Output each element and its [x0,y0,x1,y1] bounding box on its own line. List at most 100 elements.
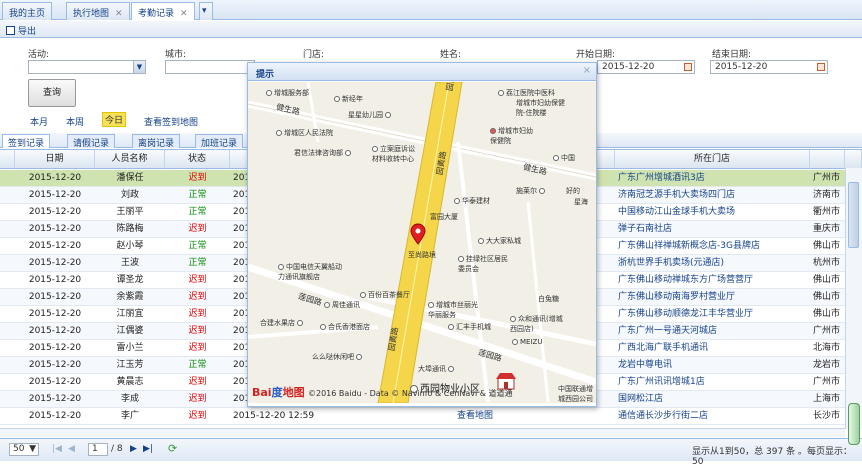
cell-store[interactable]: 浙杭世界手机卖场(元通店) [615,255,810,272]
last-page-icon[interactable]: ▶| [143,444,153,454]
row-selector[interactable] [0,255,15,272]
activity-select[interactable]: ▼ [28,60,146,74]
cell-store[interactable]: 弹子石南社店 [615,221,810,238]
grid-header-city[interactable] [810,150,845,169]
map-poi[interactable]: 增城市丝丽光华丽服务 [428,300,484,320]
end-date-field[interactable]: 2015-12-20 [710,60,828,74]
map-poi[interactable]: 增城市妇幼保健院-住院楼 [516,98,574,118]
map-poi[interactable]: 中国 [553,153,575,163]
map-poi[interactable]: 新经年 [334,94,363,104]
map-poi[interactable]: 众和通讯(增城西园店) [510,314,568,334]
map-poi[interactable]: 么么哒休闲吧 [312,352,364,362]
row-selector[interactable] [0,221,15,238]
page-size-select[interactable]: 50 ▼ [9,443,39,456]
location-marker-icon[interactable] [410,223,426,245]
this-week-link[interactable]: 本周 [66,115,84,128]
map-poi[interactable]: 中国联通增城西园公司营业厅 [558,384,596,403]
map-poi[interactable]: 星星幼儿园 [348,110,393,120]
next-page-icon[interactable]: ▶ [130,444,137,454]
map-poi[interactable]: 华泰建材 [454,196,490,206]
chevron-down-icon[interactable]: ▼ [133,61,145,73]
row-selector[interactable] [0,204,15,221]
map-poi[interactable]: 增城区人民法院 [276,128,333,138]
map-view[interactable]: 园黄路 健生路 园黄路 健生路 莲园路 园黄路 莲园路 增城服务部 新经年 荔江… [248,82,596,403]
map-poi[interactable]: 中国电信天翼船动力通讯旗舰店 [278,262,346,282]
grid-header-status[interactable]: 状态 [165,150,230,169]
row-selector[interactable] [0,408,15,425]
row-selector[interactable] [0,374,15,391]
map-poi[interactable]: 合氏香港面店 [320,322,370,332]
refresh-icon[interactable]: ⟳ [168,442,177,455]
map-poi[interactable]: MEIZU [512,338,542,346]
map-poi[interactable]: 挂绿社区居民委员会 [458,254,510,274]
page-input[interactable]: 1 [88,443,108,456]
vertical-scrollbar[interactable] [845,168,862,429]
close-icon[interactable]: ✕ [180,9,188,19]
cell-store[interactable]: 广东佛山移动禅城东方广场营营厅 [615,272,810,289]
map-poi[interactable]: 至尚路境 [408,250,436,260]
cell-store[interactable]: 龙岩中尊电讯 [615,357,810,374]
cell-store[interactable]: 广东广州讯讯增城1店 [615,374,810,391]
tab-absence-records[interactable]: 离岗记录 [132,134,181,149]
cell-link[interactable]: 查看地图 [445,408,505,425]
map-poi[interactable]: 白兔糖 [538,294,559,304]
first-page-icon[interactable]: |◀ [52,444,62,454]
row-selector[interactable] [0,238,15,255]
cell-store[interactable]: 广西北海广联手机通讯 [615,340,810,357]
map-poi[interactable]: 大大家私城 [478,236,521,246]
cell-store[interactable]: 国网松江店 [615,391,810,408]
city-select[interactable] [165,60,255,74]
grid-header-date[interactable]: 日期 [15,150,95,169]
tab-execution-map[interactable]: 执行地图 ✕ [66,2,130,20]
cell-store[interactable]: 广东佛山祥禅城新概念店-3G县牌店 [615,238,810,255]
close-icon[interactable]: × [583,65,591,76]
this-month-link[interactable]: 本月 [30,115,48,128]
tab-signin-records[interactable]: 签到记录 [2,134,51,149]
map-poi[interactable]: 立案庭诉讼材料收转中心 [372,144,420,164]
cell-store[interactable]: 广东佛山移动顺德龙江丰华营业厅 [615,306,810,323]
map-poi[interactable]: 富园大厦 [430,212,458,222]
map-poi[interactable]: 增城服务部 [266,88,309,98]
scroll-thumb[interactable] [848,182,859,248]
tab-overtime-records[interactable]: 加班记录 [195,134,244,149]
row-selector[interactable] [0,391,15,408]
row-selector[interactable] [0,357,15,374]
map-poi[interactable]: 星海 [574,197,588,207]
dialog-header[interactable]: 提示 × [248,63,596,81]
grid-header-name[interactable]: 人员名称 [95,150,165,169]
side-grip-handle[interactable] [848,403,860,445]
map-poi[interactable]: 施莱尔 [516,186,547,196]
cell-store[interactable]: 济南冠芝源手机大卖场四门店 [615,187,810,204]
table-row[interactable]: 2015-12-20 李广 迟到 2015-12-20 12:59 查看地图 通信通长沙步… [0,408,845,425]
map-poi[interactable]: 周佳通讯 [324,300,360,310]
row-selector[interactable] [0,272,15,289]
calendar-icon[interactable] [817,63,825,71]
row-selector[interactable] [0,187,15,204]
tab-menu-button[interactable]: ▾ [199,2,213,20]
export-button[interactable]: 导出 [6,24,36,37]
horizontal-scrollbar[interactable] [0,428,845,437]
tab-attendance[interactable]: 考勤记录 ✕ [131,2,195,20]
row-selector[interactable] [0,170,15,187]
map-poi[interactable]: 荔江医院中医科 [498,88,555,98]
view-signin-map-link[interactable]: 查看签到地图 [144,115,198,128]
today-link[interactable]: 今日 [102,112,127,127]
calendar-icon[interactable] [684,63,692,71]
tab-home[interactable]: 我的主页 [2,2,53,20]
query-button[interactable]: 查询 [28,79,76,107]
map-poi[interactable]: 汇丰手机城 [448,322,491,332]
cell-store[interactable]: 通信通长沙步行街二店 [615,408,810,425]
map-poi[interactable]: 大埠通讯 [418,364,456,374]
map-poi[interactable]: 合建水果店 [260,318,305,328]
cell-store[interactable]: 中国移动江山金球手机大卖场 [615,204,810,221]
map-poi[interactable]: 增城市妇幼保健院 [490,126,538,146]
map-poi[interactable]: 君信法律咨询部 [294,148,353,158]
row-selector[interactable] [0,323,15,340]
map-poi[interactable]: 好的 [566,186,580,196]
prev-page-icon[interactable]: ◀ [68,444,75,454]
cell-store[interactable]: 广东广州增城酒讯3店 [615,170,810,187]
row-selector[interactable] [0,306,15,323]
cell-store[interactable]: 广东佛山移动南海罗村营业厅 [615,289,810,306]
map-poi[interactable]: 百份百茶餐厅 [360,290,410,300]
cell-store[interactable]: 广东广州一号通天河城店 [615,323,810,340]
